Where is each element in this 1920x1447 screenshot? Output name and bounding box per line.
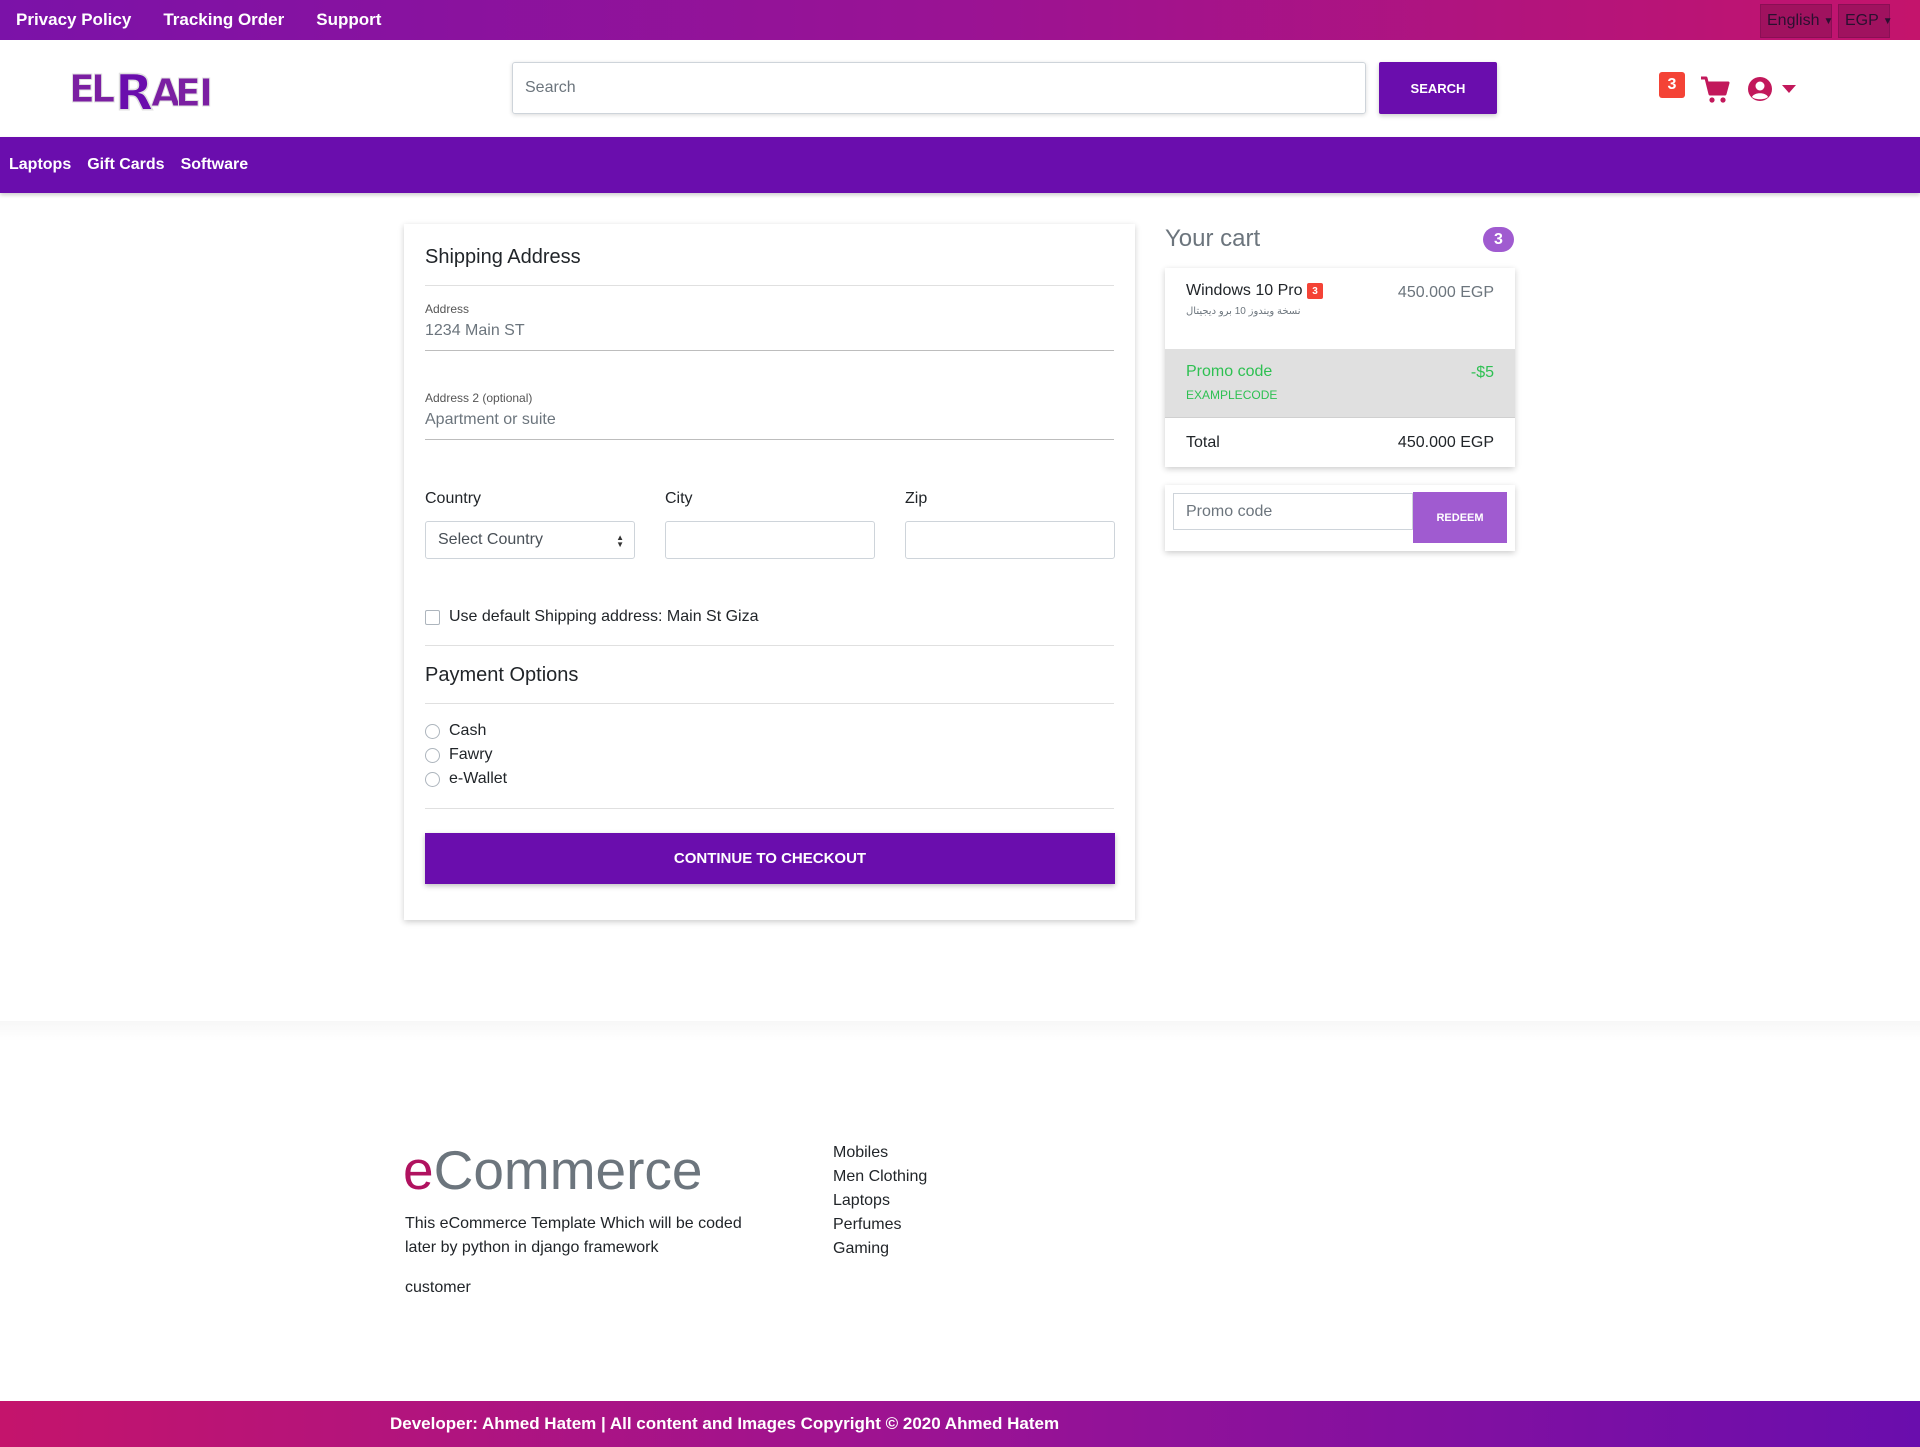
cart-item: Windows 10 Pro 3 نسخة ويندوز 10 برو ديجي… — [1165, 268, 1515, 350]
site-logo[interactable]: E L R A E I — [67, 62, 214, 123]
address-underline — [425, 350, 1114, 351]
footer-brand: eCommerce — [403, 1138, 703, 1202]
top-bar: Privacy Policy Tracking Order Support En… — [0, 0, 1920, 40]
user-icon[interactable] — [1747, 76, 1773, 102]
header: E L R A E I Search SEARCH 3 — [0, 40, 1920, 137]
cash-radio[interactable] — [425, 724, 440, 739]
ewallet-radio[interactable] — [425, 772, 440, 787]
nav-item-laptops[interactable]: Laptops — [9, 156, 71, 174]
caret-down-icon[interactable] — [1782, 82, 1796, 93]
footer-link-gaming[interactable]: Gaming — [833, 1237, 927, 1261]
footer-link-men-clothing[interactable]: Men Clothing — [833, 1165, 927, 1189]
promo-code-input[interactable]: Promo code — [1173, 493, 1413, 530]
promo-label: Promo code — [1186, 363, 1273, 380]
default-address-label[interactable]: Use default Shipping address: Main St Gi… — [449, 608, 759, 626]
city-input[interactable] — [665, 521, 875, 559]
nav-item-software[interactable]: Software — [181, 156, 249, 174]
cart-item-qty-badge: 3 — [1307, 283, 1323, 299]
divider — [425, 808, 1114, 809]
footer-link-mobiles[interactable]: Mobiles — [833, 1141, 927, 1165]
footer-links: Mobiles Men Clothing Laptops Perfumes Ga… — [833, 1141, 927, 1261]
fawry-radio[interactable] — [425, 748, 440, 763]
zip-label: Zip — [905, 490, 928, 507]
chevron-down-icon: ▼ — [1882, 15, 1893, 27]
shipping-title: Shipping Address — [425, 246, 581, 268]
copyright-text: Developer: Ahmed Hatem | All content and… — [390, 1414, 1060, 1433]
cart-count-badge: 3 — [1659, 72, 1685, 98]
cart-item-price: 450.000 EGP — [1397, 284, 1494, 301]
redeem-button[interactable]: REDEEM — [1413, 492, 1507, 543]
privacy-policy-link[interactable]: Privacy Policy — [16, 10, 131, 30]
promo-amount: -$5 — [1470, 364, 1494, 381]
cart-list: Windows 10 Pro 3 نسخة ويندوز 10 برو ديجي… — [1165, 268, 1515, 467]
payment-title: Payment Options — [425, 664, 579, 686]
address-label: Address — [425, 302, 470, 316]
cart-title: Your cart — [1165, 225, 1261, 252]
svg-text:E: E — [175, 71, 201, 115]
support-link[interactable]: Support — [316, 10, 381, 30]
redeem-card: Promo code REDEEM — [1165, 485, 1515, 551]
footer-description: This eCommerce Template Which will be co… — [405, 1215, 742, 1256]
svg-text:R: R — [115, 64, 154, 116]
language-select[interactable]: English ▼ — [1760, 4, 1834, 38]
currency-select[interactable]: EGP ▼ — [1838, 4, 1893, 38]
cart-icon[interactable] — [1700, 76, 1730, 104]
country-select[interactable]: Select Country ▲ ▼ — [425, 521, 635, 559]
continue-to-checkout-button[interactable]: CONTINUE TO CHECKOUT — [425, 833, 1115, 884]
cart-item-name: Windows 10 Pro — [1186, 282, 1303, 299]
address2-underline — [425, 439, 1114, 440]
divider — [425, 645, 1114, 646]
brand-e: e — [403, 1139, 434, 1201]
brand-rest: Commerce — [433, 1139, 703, 1201]
copyright-bar: Developer: Ahmed Hatem | All content and… — [0, 1401, 1920, 1447]
address-field[interactable]: 1234 Main ST — [425, 322, 525, 340]
total-label: Total — [1186, 434, 1220, 451]
cart-count-pill: 3 — [1483, 227, 1514, 252]
cash-label[interactable]: Cash — [449, 722, 486, 740]
ewallet-label[interactable]: e-Wallet — [449, 770, 507, 788]
search-button[interactable]: SEARCH — [1379, 62, 1497, 114]
address2-field[interactable]: Apartment or suite — [425, 411, 556, 429]
address2-label: Address 2 (optional) — [425, 391, 533, 405]
city-label: City — [665, 490, 693, 507]
footer-link-perfumes[interactable]: Perfumes — [833, 1213, 927, 1237]
currency-value: EGP — [1845, 12, 1879, 29]
footer-link-laptops[interactable]: Laptops — [833, 1189, 927, 1213]
total-value: 450.000 EGP — [1397, 434, 1494, 451]
chevron-down-icon: ▼ — [1823, 15, 1834, 27]
cart-item-subtitle: نسخة ويندوز 10 برو ديجيتال — [1186, 306, 1301, 317]
country-label: Country — [425, 490, 482, 507]
fawry-label[interactable]: Fawry — [449, 746, 493, 764]
select-arrows-icon: ▲ ▼ — [616, 533, 624, 549]
promo-code: EXAMPLECODE — [1186, 388, 1278, 402]
nav-item-gift-cards[interactable]: Gift Cards — [87, 156, 164, 174]
top-links: Privacy Policy Tracking Order Support — [16, 0, 381, 40]
divider — [425, 703, 1114, 704]
svg-text:I: I — [199, 71, 213, 115]
footer-divider — [0, 1021, 1920, 1041]
category-nav: Laptops Gift Cards Software — [0, 137, 1920, 193]
default-address-checkbox[interactable] — [425, 610, 440, 625]
language-value: English — [1767, 12, 1820, 29]
search-input[interactable]: Search — [512, 62, 1366, 114]
promo-row: Promo code EXAMPLECODE -$5 — [1165, 350, 1515, 418]
zip-input[interactable] — [905, 521, 1115, 559]
country-select-value: Select Country — [438, 531, 543, 548]
footer-customer: customer — [405, 1279, 471, 1296]
shipping-form-card: Shipping Address Address 1234 Main ST Ad… — [404, 224, 1135, 920]
divider — [425, 285, 1114, 286]
tracking-order-link[interactable]: Tracking Order — [163, 10, 284, 30]
total-row: Total 450.000 EGP — [1165, 418, 1515, 467]
svg-text:L: L — [91, 67, 115, 111]
